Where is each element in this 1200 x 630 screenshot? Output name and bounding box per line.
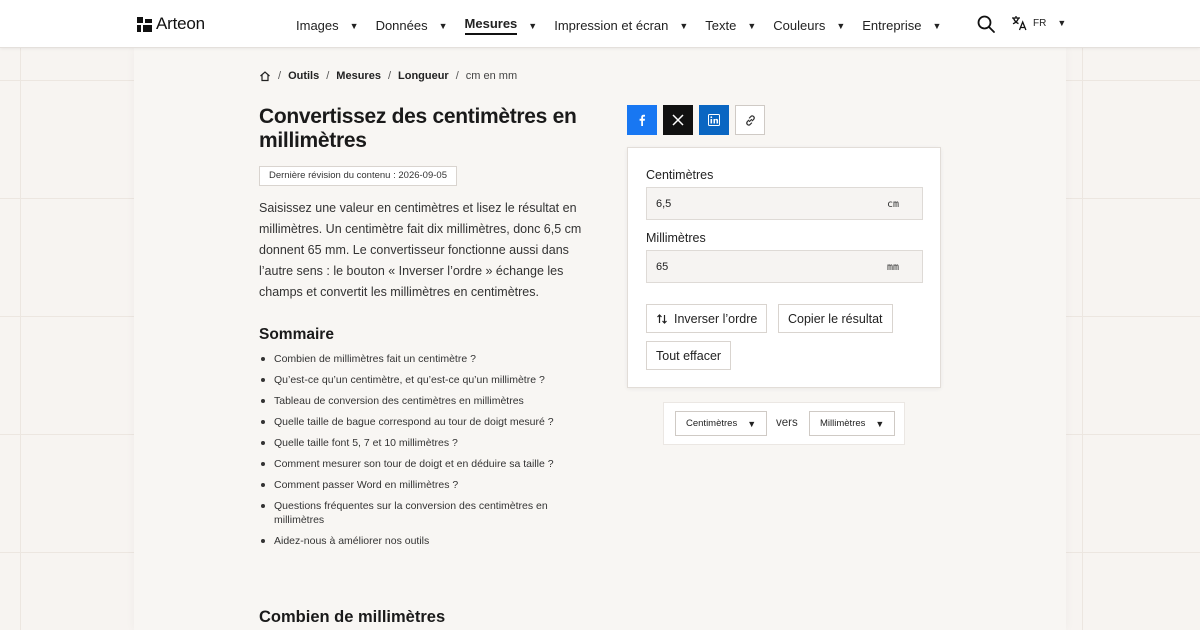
logo-icon: [137, 16, 152, 32]
page-title: Convertissez des centimètres en millimèt…: [259, 105, 577, 152]
breadcrumb-mesures[interactable]: Mesures: [336, 70, 381, 82]
toc-item[interactable]: Qu’est-ce qu’un centimètre, et qu’est-ce…: [259, 373, 599, 387]
toc-item[interactable]: Quelle taille font 5, 7 et 10 millimètre…: [259, 436, 599, 450]
to-field: mm: [646, 250, 923, 283]
from-field-label: Centimètres: [646, 168, 714, 182]
main-nav: Images ▼ Données ▼ Mesures ▼ Impression …: [296, 16, 958, 35]
toc-item[interactable]: Combien de millimètres fait un centimètr…: [259, 352, 599, 366]
breadcrumb: / Outils / Mesures / Longueur / cm en mm: [259, 70, 517, 82]
breadcrumb-current: cm en mm: [465, 70, 518, 82]
search-icon: [977, 15, 995, 33]
nav-label: Mesures: [464, 16, 518, 35]
swap-order-button[interactable]: Inverser l’ordre: [646, 304, 768, 333]
copy-result-label: Copier le résultat: [788, 311, 883, 326]
language-code: FR: [1033, 17, 1047, 29]
caret-down-icon: ▼: [932, 20, 942, 31]
converter-card: Centimètres cm Millimètres mm Inverser l…: [627, 147, 941, 388]
share-bar: [627, 105, 765, 135]
breadcrumb-longueur[interactable]: Longueur: [398, 70, 449, 82]
toc-item[interactable]: Quelle taille de bague correspond au tou…: [259, 415, 599, 429]
translate-icon: [1012, 16, 1027, 31]
intro-paragraph: Saisissez une valeur en centimètres et l…: [259, 201, 582, 299]
breadcrumb-separator: /: [326, 70, 330, 82]
brand-logo[interactable]: Arteon: [137, 14, 205, 34]
swap-order-label: Inverser l’ordre: [674, 311, 758, 326]
revision-badge: Dernière révision du contenu : 2026-09-0…: [259, 166, 457, 186]
clear-all-label: Tout effacer: [656, 348, 722, 363]
to-unit-select[interactable]: Millimètres ▼: [809, 411, 896, 436]
x-icon: [672, 114, 684, 126]
toc-item[interactable]: Tableau de conversion des centimètres en…: [259, 394, 599, 408]
caret-down-icon: ▼: [438, 20, 448, 31]
nav-item-couleurs[interactable]: Couleurs ▼: [773, 16, 845, 35]
from-unit-select-value: Centimètres: [686, 418, 738, 429]
breadcrumb-separator: /: [278, 70, 282, 82]
nav-item-images[interactable]: Images ▼: [296, 16, 359, 35]
nav-label: Images: [296, 18, 339, 33]
millimeters-input[interactable]: [647, 251, 857, 282]
from-unit-select[interactable]: Centimètres ▼: [675, 411, 768, 436]
nav-item-texte[interactable]: Texte ▼: [705, 16, 756, 35]
caret-down-icon: ▼: [1057, 18, 1067, 28]
toc-item[interactable]: Comment passer Word en millimètres ?: [259, 478, 599, 492]
toc-item[interactable]: Questions fréquentes sur la conversion d…: [259, 499, 559, 527]
nav-item-donnees[interactable]: Données ▼: [376, 16, 448, 35]
site-header: Arteon Images ▼ Données ▼ Mesures ▼ Impr…: [0, 0, 1200, 48]
swap-icon: [657, 313, 667, 324]
to-unit-label: mm: [886, 262, 899, 273]
from-field: cm: [646, 187, 923, 220]
table-of-contents: Combien de millimètres fait un centimètr…: [259, 352, 599, 555]
caret-down-icon: ▼: [528, 20, 538, 31]
nav-label: Impression et écran: [554, 18, 669, 33]
nav-label: Couleurs: [773, 18, 826, 33]
caret-down-icon: ▼: [679, 20, 689, 31]
facebook-icon: [639, 114, 645, 126]
caret-down-icon: ▼: [747, 20, 757, 31]
share-linkedin-button[interactable]: [699, 105, 729, 135]
brand-name: Arteon: [156, 14, 205, 33]
breadcrumb-separator: /: [387, 70, 391, 82]
copy-result-button[interactable]: Copier le résultat: [778, 304, 893, 333]
search-button[interactable]: [976, 14, 996, 34]
nav-item-mesures[interactable]: Mesures ▼: [464, 16, 538, 35]
linkedin-icon: [708, 114, 720, 126]
share-facebook-button[interactable]: [627, 105, 657, 135]
unit-selector-bar: Centimètres ▼ vers Millimètres ▼: [663, 402, 905, 445]
clear-all-button[interactable]: Tout effacer: [646, 341, 732, 370]
nav-label: Texte: [705, 18, 737, 33]
nav-item-impression[interactable]: Impression et écran ▼: [554, 16, 688, 35]
centimeters-input[interactable]: [647, 188, 857, 219]
caret-down-icon: ▼: [747, 418, 757, 429]
nav-item-entreprise[interactable]: Entreprise ▼: [862, 16, 941, 35]
toc-item[interactable]: Comment mesurer son tour de doigt et en …: [259, 457, 599, 471]
home-icon[interactable]: [259, 70, 271, 82]
language-selector[interactable]: FR ▼: [1011, 15, 1066, 31]
to-unit-select-value: Millimètres: [820, 418, 866, 429]
caret-down-icon: ▼: [875, 418, 885, 429]
link-icon: [745, 114, 755, 126]
from-unit-label: cm: [886, 199, 899, 210]
copy-link-button[interactable]: [735, 105, 765, 135]
share-x-button[interactable]: [663, 105, 693, 135]
to-field-label: Millimètres: [646, 231, 706, 245]
nav-label: Entreprise: [862, 18, 922, 33]
caret-down-icon: ▼: [836, 20, 846, 31]
breadcrumb-separator: /: [455, 70, 459, 82]
caret-down-icon: ▼: [349, 20, 359, 31]
breadcrumb-outils[interactable]: Outils: [288, 70, 319, 82]
unit-connector: vers: [776, 417, 798, 429]
toc-title: Sommaire: [259, 326, 334, 343]
section-heading: Combien de millimètres: [259, 608, 446, 626]
nav-label: Données: [375, 18, 428, 33]
toc-item[interactable]: Aidez-nous à améliorer nos outils: [259, 534, 599, 548]
